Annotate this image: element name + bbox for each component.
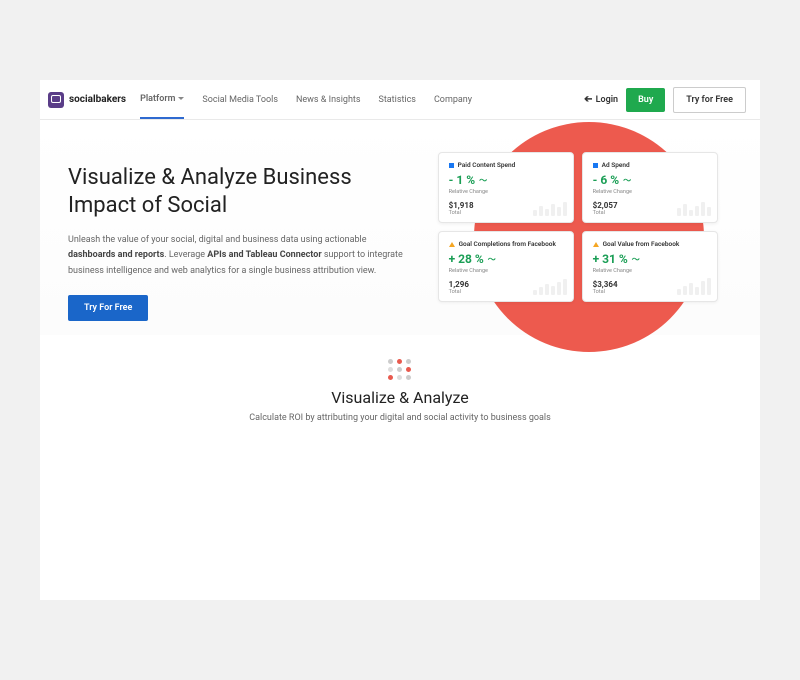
buy-button[interactable]: Buy [626, 88, 665, 112]
facebook-icon [593, 163, 598, 168]
brand-name: socialbakers [69, 94, 126, 105]
card-paid-content-spend: Paid Content Spend - 1 %〜 Relative Chang… [438, 152, 574, 223]
card-metric: - 1 %〜 [449, 173, 563, 187]
sparkline-icon [533, 279, 567, 295]
trend-down-icon: 〜 [479, 175, 487, 186]
card-ad-spend: Ad Spend - 6 %〜 Relative Change $2,057 T… [582, 152, 718, 223]
login-label: Login [596, 95, 618, 105]
card-metric-label: Relative Change [449, 268, 563, 274]
nav-label: News & Insights [296, 95, 361, 105]
landing-page: socialbakers Platform Social Media Tools… [40, 80, 760, 600]
hero-copy: Visualize & Analyze Business Impact of S… [68, 146, 413, 321]
card-title: Paid Content Spend [449, 161, 563, 169]
card-metric-label: Relative Change [593, 268, 707, 274]
hero-section: Visualize & Analyze Business Impact of S… [40, 120, 760, 335]
sparkline-icon [677, 278, 711, 295]
section-title: Visualize & Analyze [40, 388, 760, 407]
nav-right: ➔ Login Buy Try for Free [584, 87, 746, 113]
trend-down-icon: 〜 [623, 175, 631, 186]
hero-illustration: Paid Content Spend - 1 %〜 Relative Chang… [423, 146, 732, 321]
secondary-section: Visualize & Analyze Calculate ROI by att… [40, 335, 760, 423]
nav-news-insights[interactable]: News & Insights [296, 81, 361, 119]
nav-label: Company [434, 95, 472, 105]
nav-label: Statistics [379, 95, 416, 105]
card-metric: + 28 %〜 [449, 252, 563, 266]
sparkline-icon [677, 202, 711, 216]
card-metric-label: Relative Change [449, 189, 563, 195]
nav-label: Social Media Tools [202, 95, 278, 105]
card-title: Goal Completions from Facebook [449, 240, 563, 248]
card-metric-label: Relative Change [593, 189, 707, 195]
sparkline-icon [533, 202, 567, 216]
nav-statistics[interactable]: Statistics [379, 81, 416, 119]
trend-up-icon: 〜 [632, 254, 640, 265]
analytics-icon [593, 242, 599, 247]
card-goal-completions: Goal Completions from Facebook + 28 %〜 R… [438, 231, 574, 302]
card-title: Ad Spend [593, 161, 707, 169]
logo[interactable]: socialbakers [48, 92, 126, 108]
login-link[interactable]: ➔ Login [584, 94, 618, 105]
card-metric: - 6 %〜 [593, 173, 707, 187]
trend-up-icon: 〜 [488, 254, 496, 265]
hero-subtitle: Unleash the value of your social, digita… [68, 233, 413, 279]
nav-label: Platform [140, 94, 175, 104]
facebook-icon [449, 163, 454, 168]
dot-grid-icon [388, 359, 412, 380]
hero-title: Visualize & Analyze Business Impact of S… [68, 164, 413, 219]
nav-company[interactable]: Company [434, 81, 472, 119]
chevron-down-icon [178, 97, 184, 100]
nav-social-media-tools[interactable]: Social Media Tools [202, 81, 278, 119]
login-icon: ➔ [584, 94, 592, 105]
metric-cards: Paid Content Spend - 1 %〜 Relative Chang… [438, 152, 718, 302]
hero-cta-button[interactable]: Try For Free [68, 295, 148, 321]
card-title: Goal Value from Facebook [593, 240, 707, 248]
nav-platform[interactable]: Platform [140, 81, 184, 119]
card-metric: + 31 %〜 [593, 252, 707, 266]
analytics-icon [449, 242, 455, 247]
section-subtitle: Calculate ROI by attributing your digita… [40, 413, 760, 423]
card-goal-value: Goal Value from Facebook + 31 %〜 Relativ… [582, 231, 718, 302]
try-free-button[interactable]: Try for Free [673, 87, 746, 113]
top-nav: socialbakers Platform Social Media Tools… [40, 80, 760, 120]
logo-icon [48, 92, 64, 108]
nav-items: Platform Social Media Tools News & Insig… [140, 81, 472, 119]
